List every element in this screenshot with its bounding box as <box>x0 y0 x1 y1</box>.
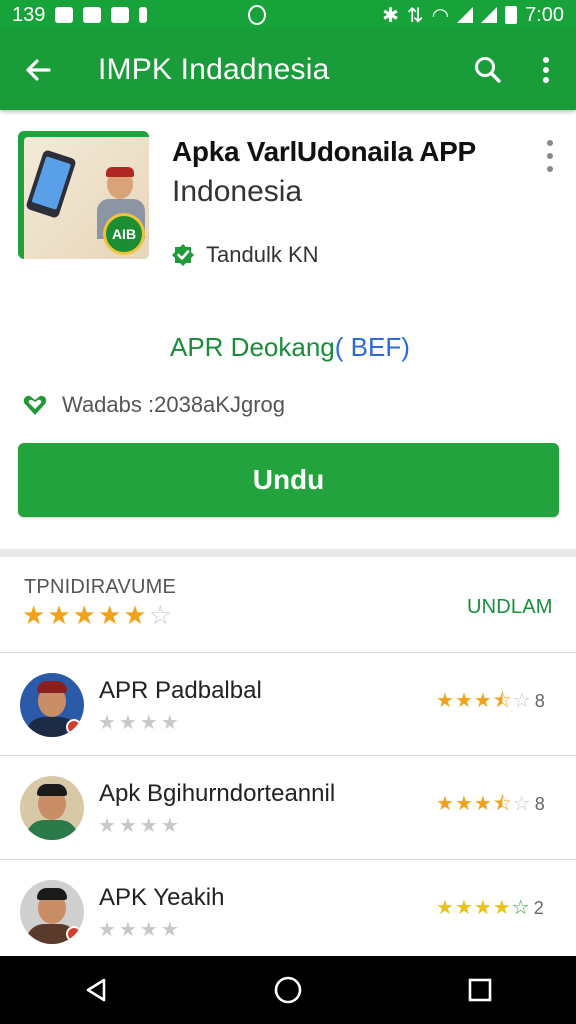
downloads-row: Wadabs :2038aKJgrog <box>22 392 285 418</box>
review-rating: ★ ★ ★ ⯪ ☆ 8 <box>436 793 545 815</box>
rate-app-label: TPNIDIRAVUME <box>24 576 177 598</box>
vibrate-icon: ⇅ <box>406 4 424 27</box>
star-outline-icon[interactable]: ☆ <box>149 602 172 628</box>
photo-icon <box>111 7 130 23</box>
app-name: Apka VarlUdonaila APP <box>172 136 476 167</box>
review-rating-value: 8 <box>534 794 545 814</box>
divider <box>0 652 576 653</box>
badge-icon <box>66 719 82 735</box>
verified-icon <box>172 244 194 266</box>
downloads-label: Wadabs :2038aKJgrog <box>62 392 285 417</box>
back-arrow-icon[interactable] <box>0 30 76 110</box>
review-stars: ★ ★ ★ ★ <box>98 712 179 734</box>
reviewer-name: APK Yeakih <box>99 884 225 911</box>
message-icon <box>83 7 102 23</box>
review-item[interactable]: Apk Bgihurndorteannil ★ ★ ★ ★ ★ ★ ★ ⯪ ☆ 8 <box>0 776 576 880</box>
system-nav-bar <box>0 956 576 1024</box>
review-stars: ★ ★ ★ ★ <box>98 815 179 837</box>
nav-back-icon[interactable] <box>56 956 136 1024</box>
star-icon[interactable]: ★ <box>123 602 146 628</box>
install-button[interactable]: Undu <box>18 443 559 517</box>
battery-icon <box>505 6 518 24</box>
review-rating: ★ ★ ★ ★ ☆ 2 <box>436 897 544 919</box>
status-time: 7:00 <box>525 3 564 26</box>
app-bar: IMPK Indadnesia <box>0 30 576 110</box>
review-stars: ★ ★ ★ ★ <box>98 919 179 941</box>
status-left-text: 139 <box>12 3 46 26</box>
review-item[interactable]: APR Padbalbal ★ ★ ★ ★ ★ ★ ★ ⯪ ☆ 8 <box>0 673 576 777</box>
app-bar-title: IMPK Indadnesia <box>98 53 330 86</box>
avatar <box>20 673 84 737</box>
rate-stars[interactable]: ★ ★ ★ ★ ★ ☆ <box>22 602 172 628</box>
signal-2-icon <box>481 7 498 23</box>
divider <box>0 755 576 756</box>
write-review-link[interactable]: UNDLAM <box>467 596 553 619</box>
sync-icon <box>248 5 266 25</box>
star-icon[interactable]: ★ <box>73 602 96 628</box>
apk-download-prefix: APR Deokang <box>170 332 335 362</box>
overflow-menu-icon[interactable] <box>516 30 576 110</box>
avatar <box>20 776 84 840</box>
app-icon-badge: AIB <box>103 213 145 255</box>
reviewer-name: Apk Bgihurndorteannil <box>99 780 336 807</box>
verified-label: Tandulk KN <box>206 242 319 267</box>
divider <box>0 859 576 860</box>
reviewer-name: APR Padbalbal <box>99 677 262 704</box>
review-rating: ★ ★ ★ ⯪ ☆ 8 <box>436 690 545 712</box>
verified-row: Tandulk KN <box>170 242 319 268</box>
wifi-icon: ◠ <box>431 4 450 27</box>
app-icon: AIB <box>18 131 149 259</box>
apk-download-label[interactable]: APR Deokang( BEF) <box>170 332 410 363</box>
section-divider <box>0 549 576 557</box>
apk-download-code: ( BEF) <box>334 332 410 362</box>
star-icon[interactable]: ★ <box>47 602 70 628</box>
app-developer[interactable]: Indonesia <box>172 175 302 209</box>
badge-icon <box>66 926 82 942</box>
notification-icon <box>55 7 74 23</box>
nav-home-icon[interactable] <box>248 956 328 1024</box>
battery-alert-icon <box>139 7 148 23</box>
review-rating-value: 2 <box>533 898 544 918</box>
signal-icon <box>457 7 474 23</box>
review-rating-value: 8 <box>534 691 545 711</box>
bluetooth-icon: ✱ <box>382 4 399 27</box>
star-icon[interactable]: ★ <box>22 602 45 628</box>
star-icon[interactable]: ★ <box>98 602 121 628</box>
nav-recents-icon[interactable] <box>440 956 520 1024</box>
heart-shield-icon <box>23 395 47 415</box>
app-options-icon[interactable] <box>540 140 560 172</box>
avatar <box>20 880 84 944</box>
status-bar: 139 ✱ ⇅ ◠ 7:00 <box>0 0 576 30</box>
search-icon[interactable] <box>460 30 516 110</box>
